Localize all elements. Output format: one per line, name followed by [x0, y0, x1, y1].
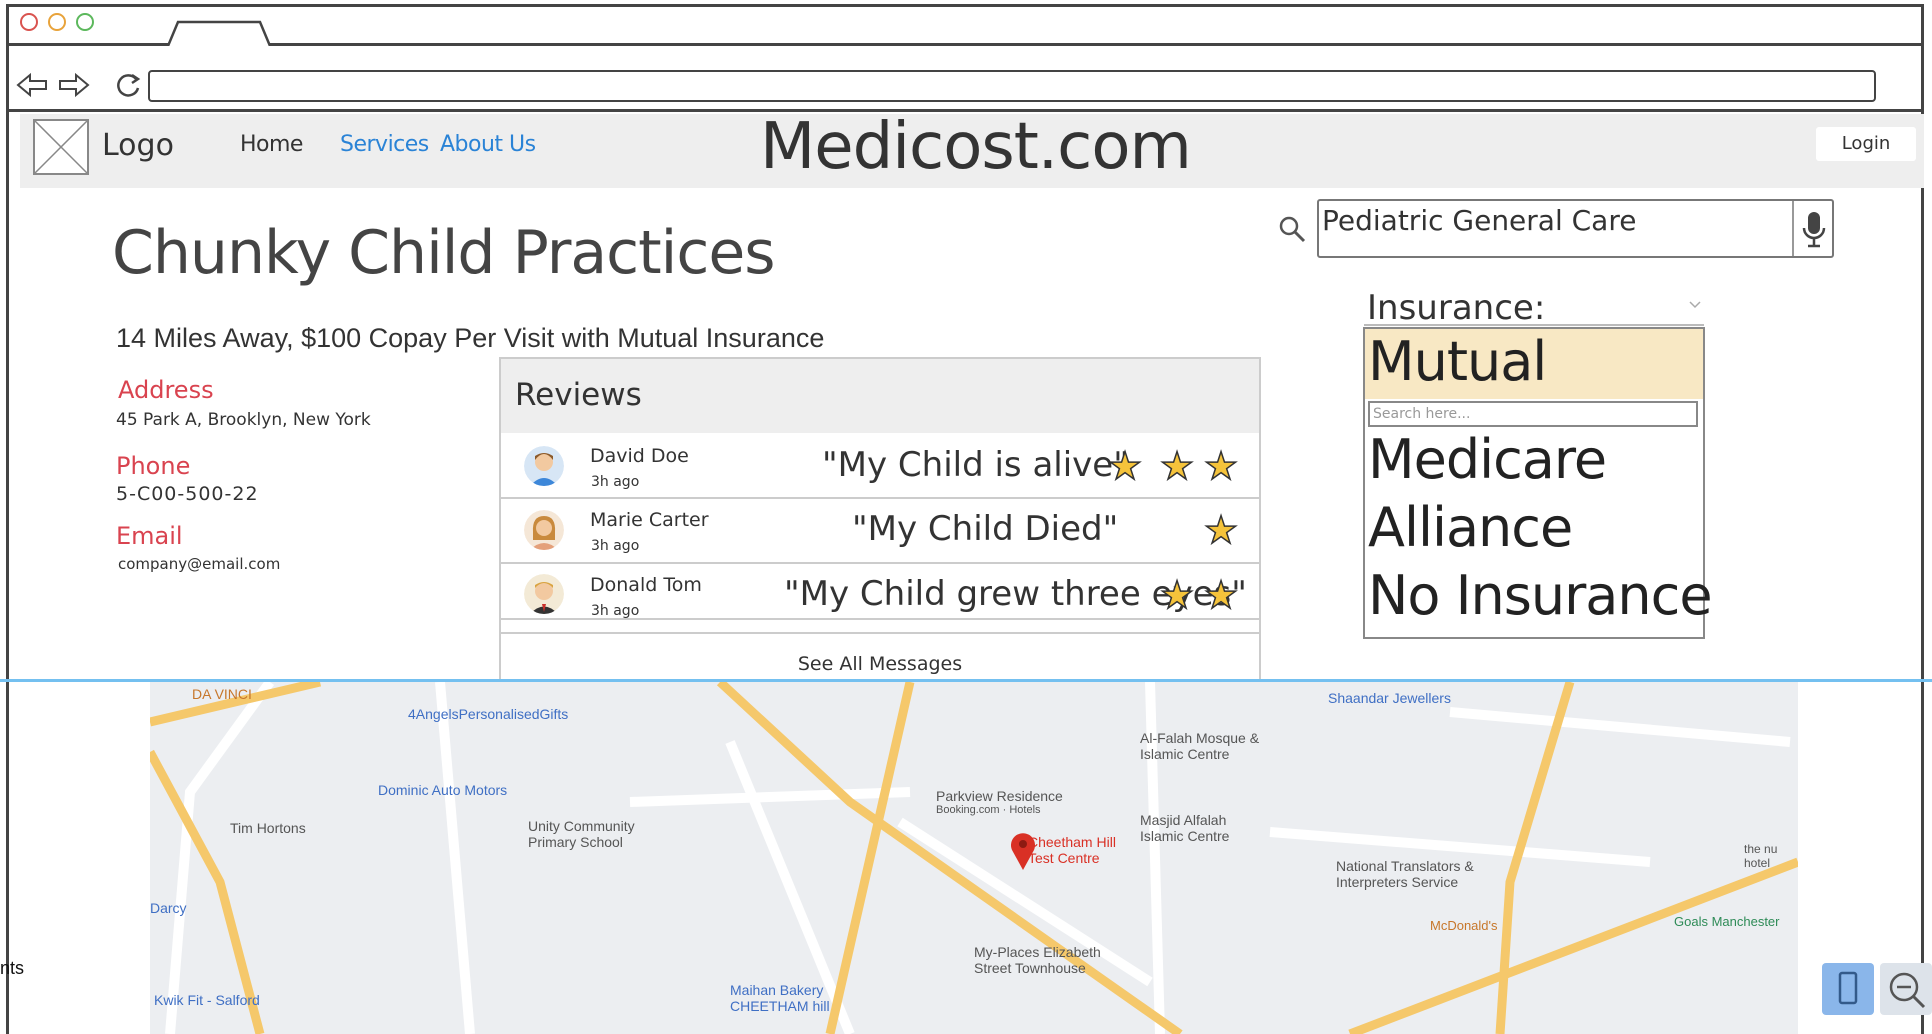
reload-icon[interactable]: [114, 70, 144, 100]
map-roads: [150, 682, 1798, 1034]
map-place[interactable]: the nu hotel: [1744, 842, 1798, 870]
review-time: 3h ago: [591, 474, 640, 490]
map-place[interactable]: Tim Hortons: [230, 820, 306, 836]
close-window-icon[interactable]: [20, 13, 38, 31]
insurance-search-input[interactable]: Search here...: [1368, 401, 1698, 427]
map-place[interactable]: Goals Manchester: [1674, 914, 1780, 929]
review-time: 3h ago: [591, 603, 640, 619]
map-pin-icon[interactable]: [1008, 830, 1038, 872]
email-label: Email: [116, 522, 183, 550]
reviewer-name: David Doe: [590, 445, 689, 467]
star-icon: ★: [1107, 446, 1143, 488]
star-icon: ★: [1159, 446, 1195, 488]
map-place[interactable]: Kwik Fit - Salford: [154, 992, 264, 1008]
search-divider: [1792, 201, 1794, 256]
phone-icon: [1838, 971, 1858, 1005]
map-view[interactable]: DA VINCI 4AngelsPersonalisedGifts Domini…: [150, 682, 1798, 1034]
insurance-option-mutual[interactable]: Mutual: [1368, 330, 1547, 393]
phone-value: 5-C00-500-22: [116, 483, 259, 505]
search-icon[interactable]: [1277, 214, 1307, 244]
map-place-sub: Booking.com · Hotels: [936, 804, 1041, 816]
site-title: Medicost.com: [760, 110, 1192, 184]
insurance-option-alliance[interactable]: Alliance: [1368, 496, 1573, 559]
reviewer-name: Donald Tom: [590, 574, 702, 596]
review-time: 3h ago: [591, 538, 640, 554]
star-icon: ★: [1159, 575, 1195, 617]
chevron-down-icon[interactable]: [1688, 300, 1702, 310]
logo-label: Logo: [102, 128, 174, 163]
map-place[interactable]: Maihan Bakery CHEETHAM hill: [730, 982, 850, 1014]
reviewer-name: Marie Carter: [590, 509, 709, 531]
avatar-icon: [524, 574, 564, 614]
minimize-window-icon[interactable]: [48, 13, 66, 31]
search-input-value: Pediatric General Care: [1322, 204, 1637, 237]
map-place[interactable]: Cheetham Hill Test Centre: [1028, 834, 1138, 866]
logo-placeholder-icon[interactable]: [32, 118, 90, 176]
map-place[interactable]: Darcy: [150, 900, 187, 916]
device-toggle-button[interactable]: [1822, 963, 1874, 1015]
microphone-icon[interactable]: [1800, 210, 1828, 250]
map-place[interactable]: 4AngelsPersonalisedGifts: [408, 706, 568, 722]
browser-tab[interactable]: [164, 18, 274, 48]
nav-home[interactable]: Home: [240, 132, 303, 157]
insurance-option-medicare[interactable]: Medicare: [1368, 428, 1607, 491]
url-bar[interactable]: [148, 70, 1876, 102]
map-place[interactable]: Parkview Residence: [936, 788, 1063, 804]
browser-titlebar: [6, 4, 1924, 46]
map-place[interactable]: Unity Community Primary School: [528, 818, 668, 850]
insurance-label: Insurance:: [1367, 288, 1546, 328]
map-place[interactable]: My-Places Elizabeth Street Townhouse: [974, 944, 1124, 976]
practice-summary: 14 Miles Away, $100 Copay Per Visit with…: [116, 323, 825, 353]
address-value: 45 Park A, Brooklyn, New York: [116, 410, 371, 430]
reviews-title: Reviews: [515, 377, 642, 413]
login-button[interactable]: Login: [1816, 127, 1916, 161]
forward-arrow-icon[interactable]: [56, 70, 92, 100]
map-place[interactable]: Al-Falah Mosque & Islamic Centre: [1140, 730, 1270, 762]
map-place[interactable]: National Translators & Interpreters Serv…: [1336, 858, 1506, 890]
avatar-icon: [524, 446, 564, 486]
review-quote: "My Child Died": [852, 509, 1119, 549]
address-label: Address: [118, 376, 214, 404]
zoom-out-icon: [1889, 972, 1926, 1009]
clipped-side-label: nts: [0, 958, 25, 978]
maximize-window-icon[interactable]: [76, 13, 94, 31]
map-place[interactable]: DA VINCI: [192, 686, 252, 702]
insurance-option-no-insurance[interactable]: No Insurance: [1368, 564, 1713, 627]
review-quote: "My Child is alive": [822, 445, 1129, 485]
avatar-icon: [524, 510, 564, 550]
zoom-out-button[interactable]: [1880, 963, 1932, 1015]
email-value[interactable]: company@email.com: [118, 555, 280, 573]
nav-about[interactable]: About Us: [440, 132, 536, 157]
map-place[interactable]: Masjid Alfalah Islamic Centre: [1140, 812, 1260, 844]
phone-label: Phone: [116, 452, 191, 480]
back-arrow-icon[interactable]: [14, 70, 50, 100]
map-place[interactable]: Dominic Auto Motors: [378, 782, 507, 798]
map-place[interactable]: McDonald's: [1430, 918, 1498, 933]
star-icon: ★: [1203, 510, 1239, 552]
practice-title: Chunky Child Practices: [112, 218, 775, 288]
star-icon: ★: [1203, 446, 1239, 488]
nav-services[interactable]: Services: [340, 132, 429, 157]
map-place[interactable]: Shaandar Jewellers: [1328, 690, 1451, 706]
star-icon: ★: [1203, 575, 1239, 617]
